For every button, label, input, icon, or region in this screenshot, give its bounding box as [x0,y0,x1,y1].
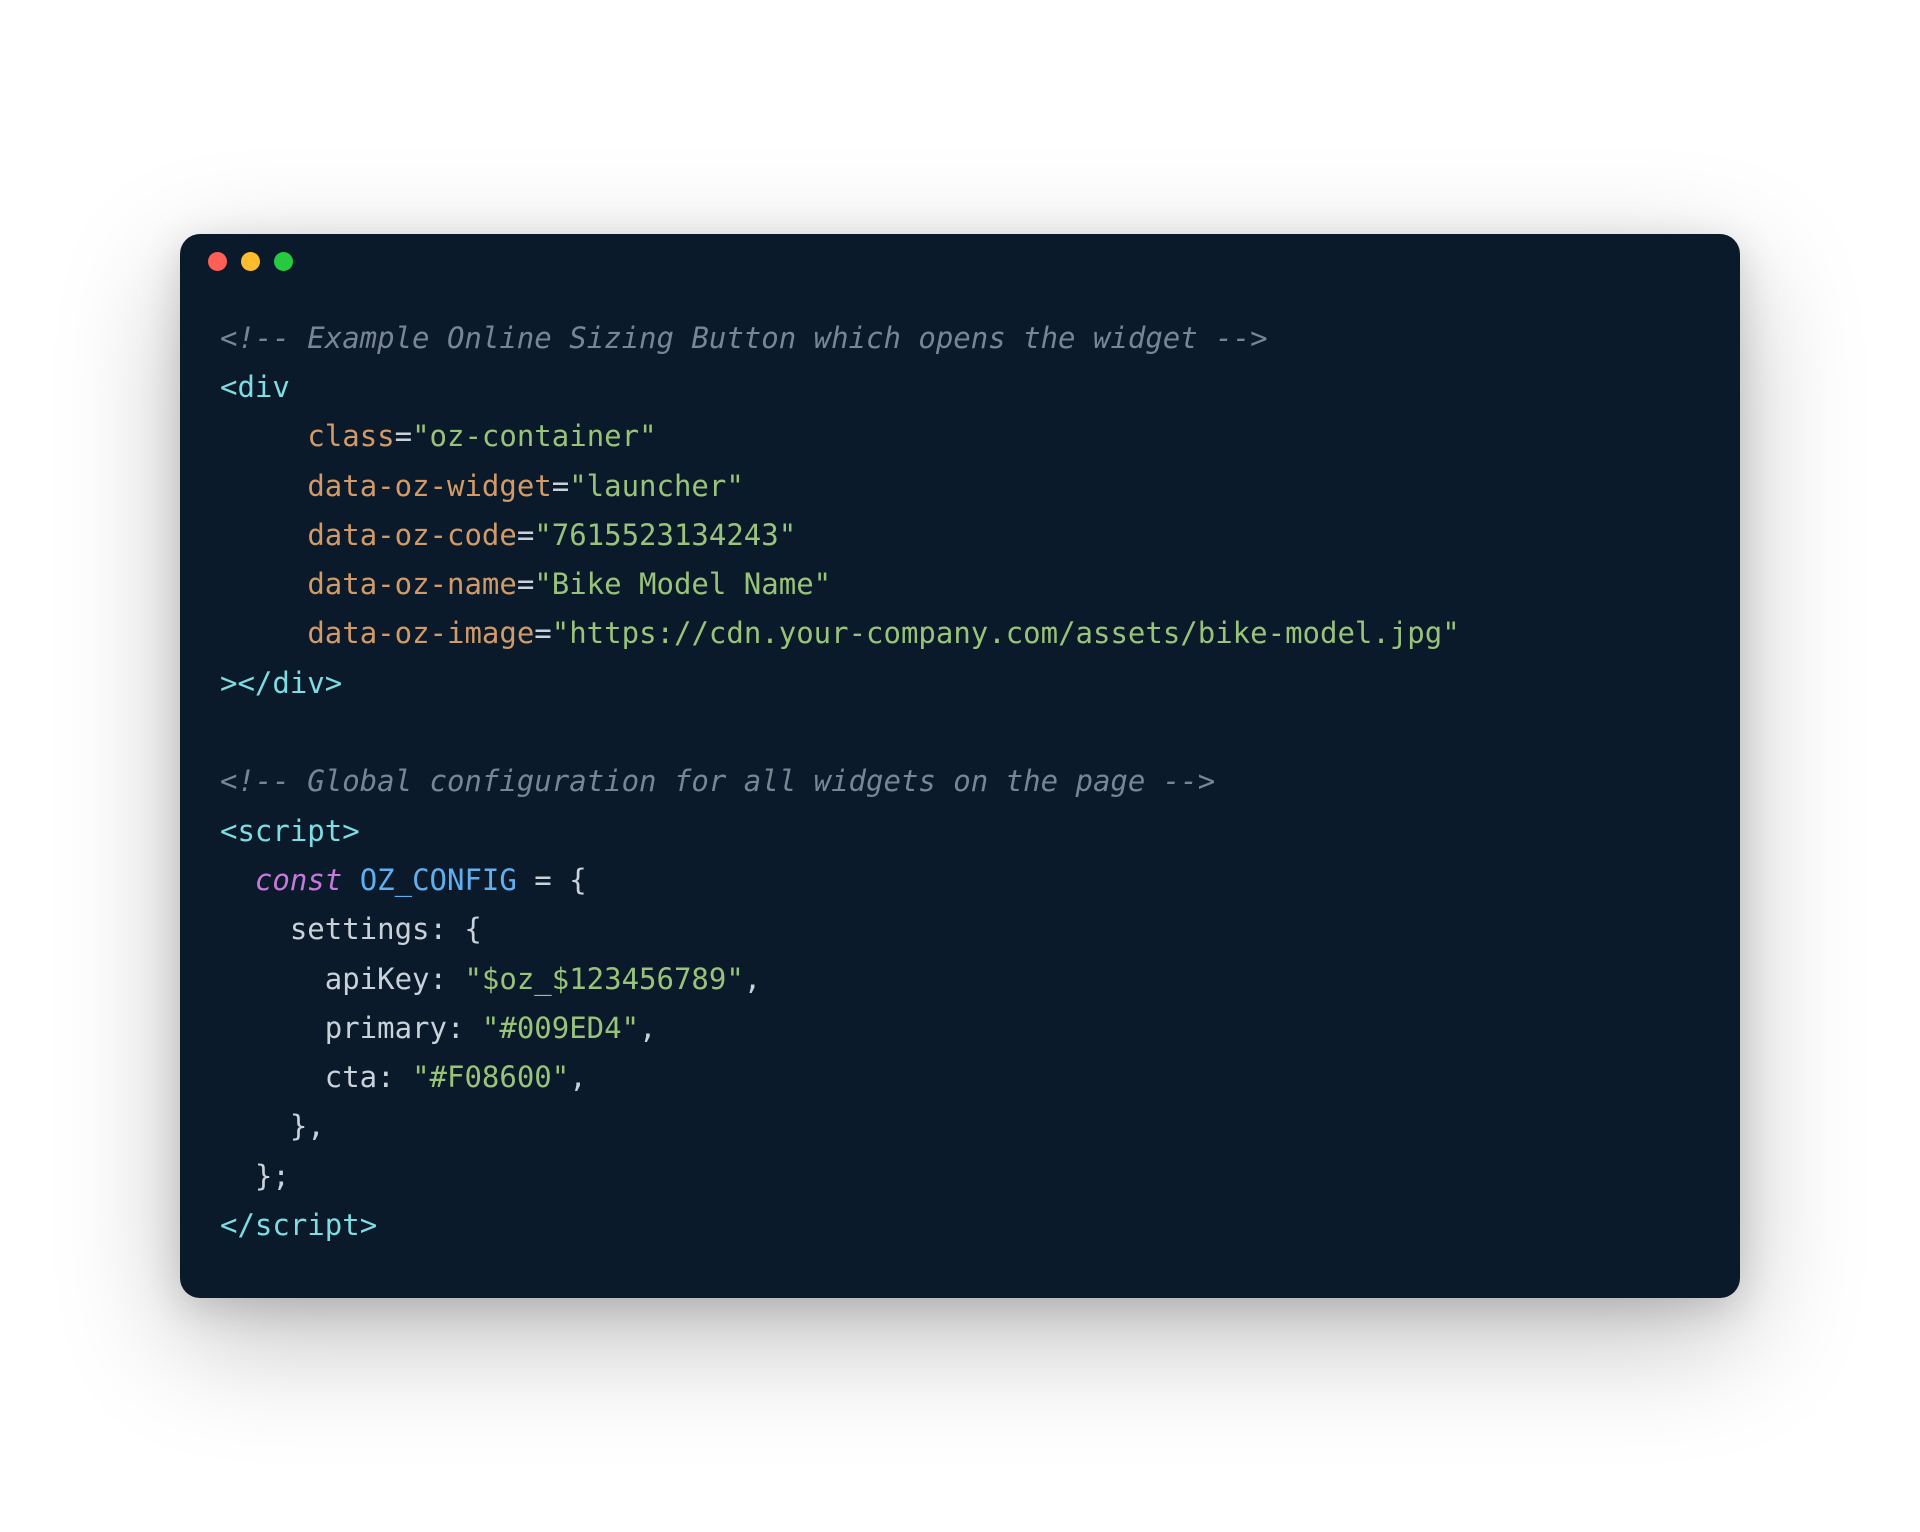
code-token: < [220,370,237,404]
code-comment: <!-- Example Online Sizing Button which … [220,321,1268,355]
window-titlebar [180,234,1740,290]
code-editor[interactable]: <!-- Example Online Sizing Button which … [180,290,1740,1299]
code-token: script [255,1208,360,1242]
maximize-icon[interactable] [274,252,293,271]
code-token: }; [220,1159,290,1193]
code-token: script [237,814,342,848]
code-token: apiKey [220,962,430,996]
code-token: div [237,370,289,404]
code-token: data-oz-image [307,616,534,650]
code-token: : [377,1060,412,1094]
code-token: = [395,419,412,453]
code-token: > [220,666,237,700]
code-token: OZ_CONFIG [342,863,534,897]
code-token: "$oz_$123456789" [464,962,743,996]
code-token: cta [220,1060,377,1094]
code-token: div [272,666,324,700]
code-token: "#009ED4" [482,1011,639,1045]
code-token: "Bike Model Name" [534,567,831,601]
code-token: "oz-container" [412,419,656,453]
code-token: , [639,1011,656,1045]
code-token: data-oz-widget [307,469,551,503]
code-token: > [360,1208,377,1242]
code-token: settings [220,912,430,946]
code-token: data-oz-name [307,567,517,601]
code-token: data-oz-code [307,518,517,552]
code-token: = [517,567,534,601]
code-token: </ [237,666,272,700]
code-token: : [430,962,465,996]
code-token: > [342,814,359,848]
close-icon[interactable] [208,252,227,271]
code-token: class [307,419,394,453]
code-token: = [552,469,569,503]
code-token: "launcher" [569,469,744,503]
code-token: "https://cdn.your-company.com/assets/bik… [552,616,1460,650]
minimize-icon[interactable] [241,252,260,271]
code-token: = [534,616,551,650]
code-token: : { [430,912,482,946]
code-token: const [255,863,342,897]
code-token: "7615523134243" [534,518,796,552]
code-token: primary [220,1011,447,1045]
code-token: , [569,1060,586,1094]
code-comment: <!-- Global configuration for all widget… [220,764,1215,798]
code-token: : [447,1011,482,1045]
code-token: > [325,666,342,700]
code-token: < [220,814,237,848]
code-token: "#F08600" [412,1060,569,1094]
code-token: , [744,962,761,996]
code-token: = [517,518,534,552]
code-token: }, [220,1109,325,1143]
code-window: <!-- Example Online Sizing Button which … [180,234,1740,1299]
code-token: </ [220,1208,255,1242]
code-token: = { [534,863,586,897]
